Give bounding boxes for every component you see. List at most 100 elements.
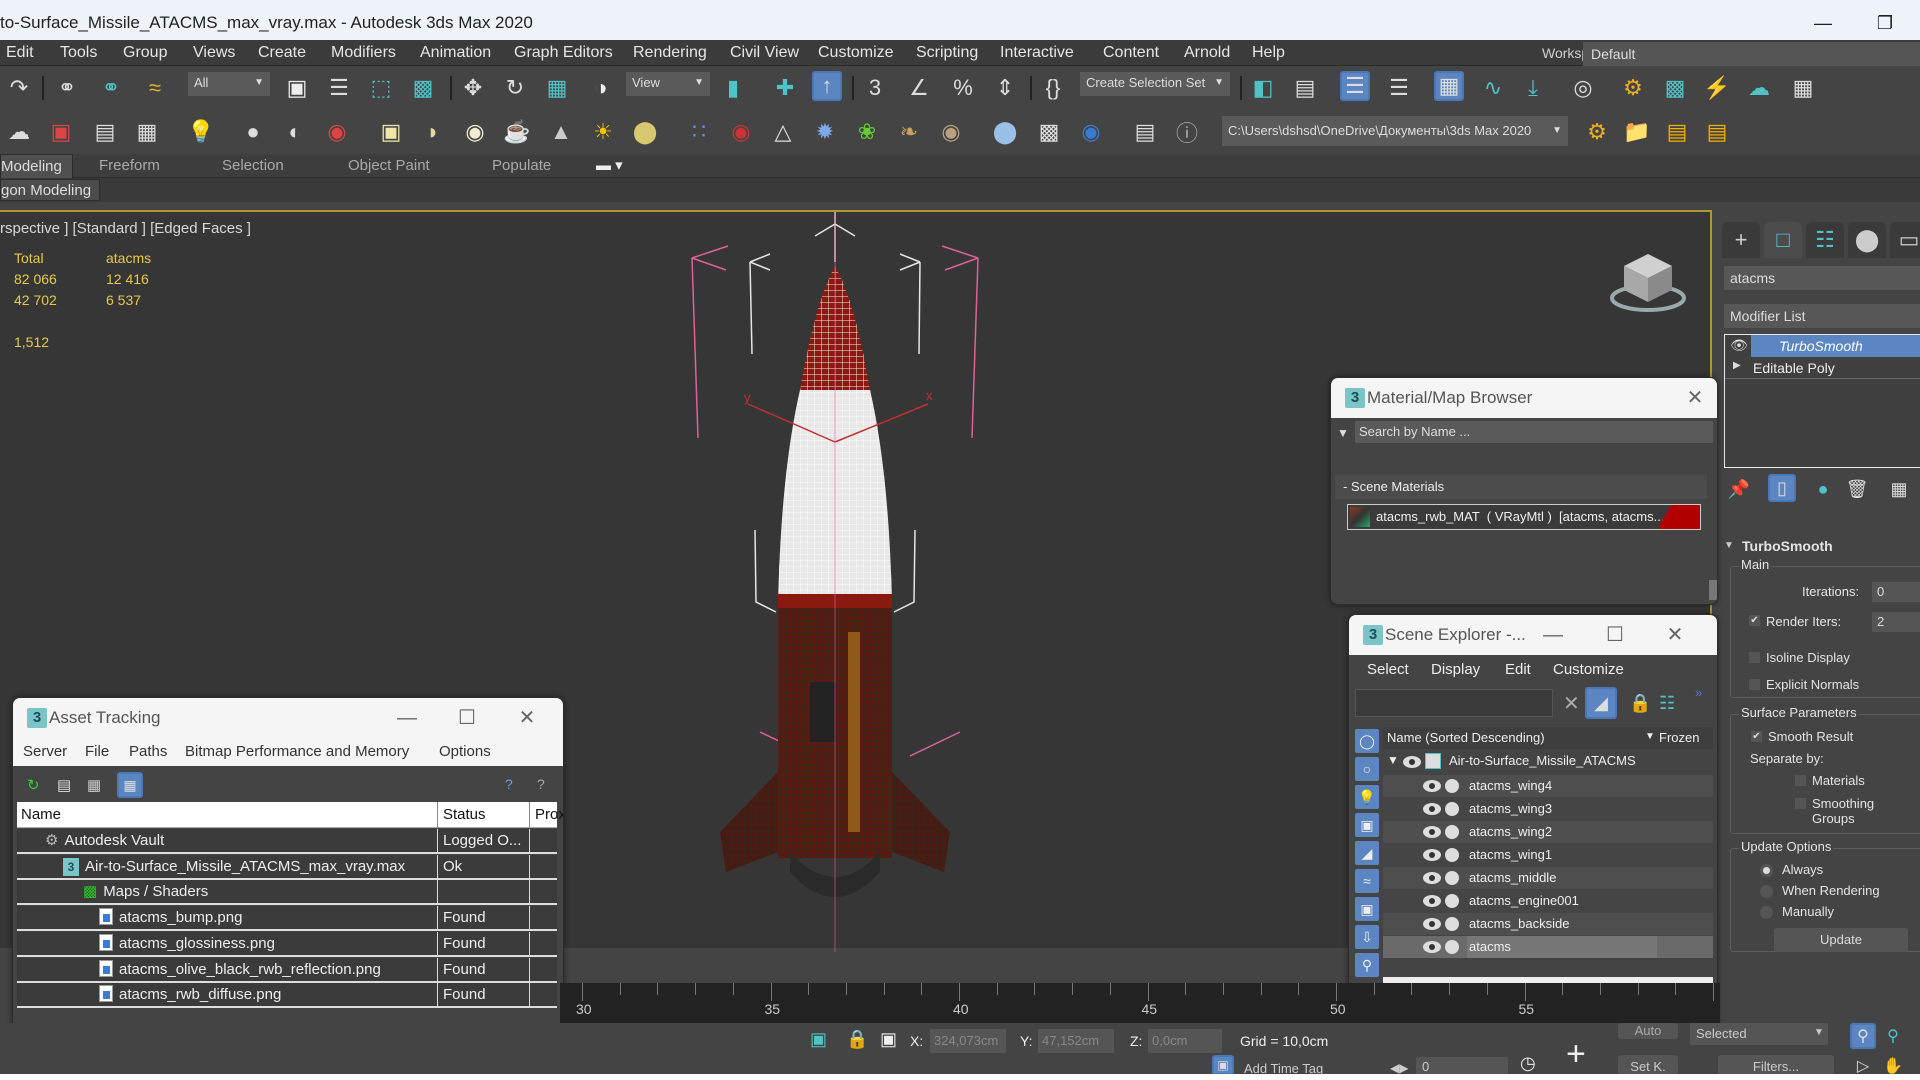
hair-icon[interactable]: ❧ <box>894 117 924 147</box>
scale-icon[interactable]: ▦ <box>542 73 572 103</box>
menu-help[interactable]: Help <box>1252 40 1285 66</box>
object-type-icon[interactable] <box>1445 871 1459 885</box>
key-filter-dropdown[interactable]: Selected <box>1690 1023 1828 1045</box>
table-view-icon[interactable]: ▦ <box>117 772 143 798</box>
remove-modifier-icon[interactable]: 🗑 <box>1844 476 1870 502</box>
col-status[interactable]: Status <box>443 806 486 823</box>
auto-key-button[interactable]: Auto <box>1618 1023 1678 1039</box>
visibility-eye-icon[interactable] <box>1403 756 1421 768</box>
visibility-eye-icon[interactable] <box>1423 918 1441 930</box>
schematic-view-icon[interactable]: ⤓ <box>1518 73 1548 103</box>
scene-materials-header[interactable]: - Scene Materials <box>1335 475 1707 499</box>
select-by-name-icon[interactable]: ☰ <box>324 73 354 103</box>
list-view-icon[interactable]: ▤ <box>57 776 71 794</box>
project-folder-icon[interactable]: 📁 <box>1622 117 1652 147</box>
viewports-icon[interactable]: ▦ <box>1788 73 1818 103</box>
unlink-icon[interactable]: ⚭ <box>96 73 126 103</box>
menu-content[interactable]: Content <box>1103 40 1159 66</box>
vault-help-icon[interactable]: ? <box>505 776 513 792</box>
current-frame-field[interactable]: 0 <box>1416 1057 1508 1074</box>
minimize-icon[interactable]: — <box>1798 0 1848 44</box>
se-item-row[interactable]: atacms <box>1383 936 1713 958</box>
expand-arrow-icon[interactable]: ▶ <box>1733 360 1741 371</box>
update-manually-radio[interactable] <box>1760 906 1773 919</box>
link-icon[interactable]: ⚭ <box>52 73 82 103</box>
visibility-eye-icon[interactable] <box>1423 826 1441 838</box>
se-item-row[interactable]: atacms_wing4 <box>1383 775 1713 797</box>
display-spacewarps-icon[interactable]: ≈ <box>1355 869 1379 893</box>
material-browser-scrollbar[interactable] <box>1709 580 1717 600</box>
polygon-modeling-panel[interactable]: gon Modeling <box>0 179 101 201</box>
select-manipulate-icon[interactable]: ✚ <box>770 73 800 103</box>
ribbon-options-icon[interactable]: ▬ ▾ <box>596 154 623 178</box>
camera-icon[interactable]: ● <box>238 117 268 147</box>
scene-explorer-icon[interactable]: ☰ <box>1340 71 1370 101</box>
se-item-row[interactable]: atacms_wing3 <box>1383 798 1713 820</box>
zoom-all-icon[interactable]: ⚲ <box>1880 1023 1906 1049</box>
object-type-icon[interactable] <box>1445 848 1459 862</box>
render-iters-spinner[interactable]: 2 <box>1872 612 1920 632</box>
object-type-icon[interactable] <box>1445 802 1459 816</box>
minimize-icon[interactable]: — <box>1533 615 1573 655</box>
se-menu-edit[interactable]: Edit <box>1505 661 1531 678</box>
menu-edit[interactable]: Edit <box>6 40 34 66</box>
object-type-icon[interactable] <box>1445 894 1459 908</box>
menu-arnold[interactable]: Arnold <box>1184 40 1230 66</box>
render-setup-icon[interactable]: ⚙ <box>1618 73 1648 103</box>
maximize-icon[interactable]: ☐ <box>1595 615 1635 655</box>
display-groups-icon[interactable]: ▣ <box>1355 897 1379 921</box>
cloud-icon[interactable]: ☁ <box>4 117 34 147</box>
curve-editor-icon[interactable]: ∿ <box>1478 73 1508 103</box>
clear-search-icon[interactable]: ✕ <box>1563 691 1580 716</box>
missile-model[interactable]: y x <box>660 212 1000 952</box>
panel-icon[interactable]: ▤ <box>90 117 120 147</box>
col-name[interactable]: Name <box>21 806 61 823</box>
workspaces-dropdown[interactable]: Default <box>1583 42 1920 66</box>
fuzz-icon[interactable]: ◉ <box>936 117 966 147</box>
project-settings-icon[interactable]: ⚙ <box>1582 117 1612 147</box>
display-cameras-icon[interactable]: ▣ <box>1355 813 1379 837</box>
rollout-title[interactable]: TurboSmooth <box>1742 538 1833 554</box>
grass-icon[interactable]: ❀ <box>852 117 882 147</box>
se-item-row[interactable]: atacms_backside <box>1383 913 1713 935</box>
ies-icon[interactable]: ⬤ <box>630 117 660 147</box>
time-config-icon[interactable]: ◷ <box>1520 1053 1536 1074</box>
at-menu-server[interactable]: Server <box>23 743 67 760</box>
asset-table-row[interactable]: atacms_rwb_diffuse.png Found <box>17 983 557 1009</box>
redo-icon[interactable]: ↷ <box>4 73 34 103</box>
menu-group[interactable]: Group <box>123 40 167 66</box>
se-col-name[interactable]: Name (Sorted Descending) <box>1387 730 1545 745</box>
menu-scripting[interactable]: Scripting <box>916 40 978 66</box>
molecule-icon[interactable]: ◉ <box>726 117 756 147</box>
proxy-icon[interactable]: ◉ <box>1076 117 1106 147</box>
se-col-frozen[interactable]: Frozen <box>1659 730 1699 745</box>
search-options-icon[interactable]: ▼ <box>1337 426 1349 440</box>
se-item-row[interactable]: atacms_engine001 <box>1383 890 1713 912</box>
project-icon[interactable]: ▤ <box>1662 117 1692 147</box>
display-lights-icon[interactable]: 💡 <box>1355 785 1379 809</box>
viewport-label[interactable]: rspective ] [Standard ] [Edged Faces ] <box>0 220 251 237</box>
sphere-light-icon[interactable]: ◉ <box>460 117 490 147</box>
smoothing-groups-checkbox[interactable] <box>1794 797 1807 810</box>
display-shapes-icon[interactable]: ○ <box>1355 757 1379 781</box>
minimize-icon[interactable]: — <box>387 698 427 738</box>
se-menu-customize[interactable]: Customize <box>1553 661 1624 678</box>
iterations-spinner[interactable]: 0 <box>1872 582 1920 602</box>
ribbon-toggle-icon[interactable]: ▦ <box>1434 71 1464 101</box>
object-type-icon[interactable] <box>1445 940 1459 954</box>
add-time-tag-icon[interactable]: ▣ <box>1212 1055 1234 1074</box>
asset-table-row[interactable]: atacms_glossiness.png Found <box>17 931 557 957</box>
se-item-row[interactable]: atacms_middle <box>1383 867 1713 889</box>
render-icon[interactable]: ⚡ <box>1702 73 1732 103</box>
smooth-result-checkbox[interactable]: ✔ <box>1750 730 1763 743</box>
render-cloud-icon[interactable]: ☁ <box>1744 73 1774 103</box>
menu-animation[interactable]: Animation <box>420 40 491 66</box>
asset-table-row[interactable]: ⚙ Autodesk Vault Logged O... <box>17 829 557 854</box>
visibility-eye-icon[interactable] <box>1423 849 1441 861</box>
rendered-frame-icon[interactable]: ▩ <box>1660 73 1690 103</box>
tower-icon[interactable]: △ <box>768 117 798 147</box>
angle-snap-icon[interactable]: ∠ <box>904 73 934 103</box>
menu-create[interactable]: Create <box>258 40 306 66</box>
create-tab-icon[interactable]: + <box>1722 222 1760 258</box>
rollout-collapse-icon[interactable]: ▼ <box>1724 540 1734 551</box>
